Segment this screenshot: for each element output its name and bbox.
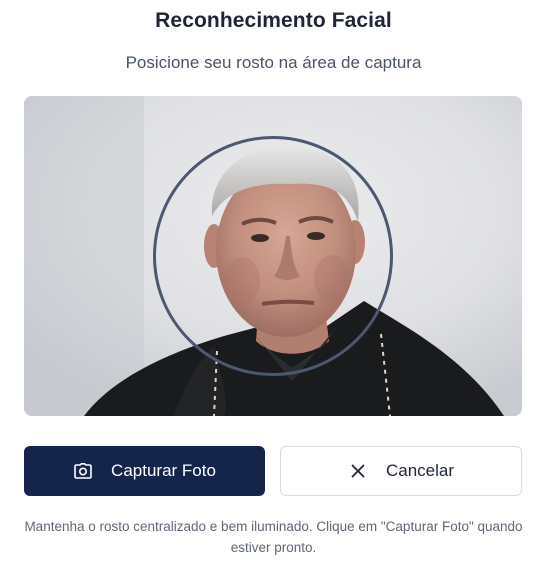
close-icon <box>348 461 368 481</box>
capture-photo-label: Capturar Foto <box>111 461 216 480</box>
cancel-label: Cancelar <box>385 461 455 480</box>
camera-preview <box>24 96 522 416</box>
cancel-button[interactable]: Cancelar <box>280 446 522 496</box>
capture-hint-text: Mantenha o rosto centralizado e bem ilum… <box>24 519 523 555</box>
dialog-subtitle: Posicione seu rosto na área de captura <box>125 53 422 72</box>
camera-feed-image <box>24 96 522 416</box>
facial-recognition-dialog: Reconhecimento Facial Posicione seu rost… <box>0 0 547 578</box>
capture-photo-button[interactable]: Capturar Foto <box>24 446 265 496</box>
dialog-title: Reconhecimento Facial <box>155 9 392 32</box>
camera-icon <box>73 461 93 481</box>
